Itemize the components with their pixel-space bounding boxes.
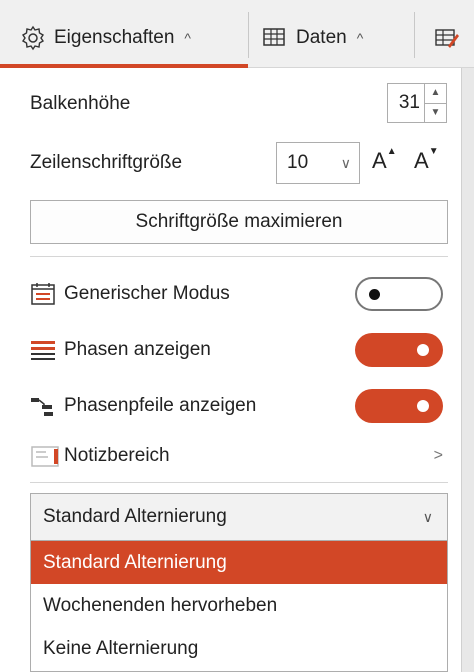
generic-mode-toggle[interactable] [355, 277, 443, 311]
tab-data[interactable]: Daten ^ [262, 8, 412, 68]
tab-separator [248, 12, 249, 58]
tab-properties[interactable]: Eigenschaften ^ [0, 8, 248, 68]
phases-icon [30, 338, 56, 362]
notes-area-label: Notizbereich [64, 445, 170, 466]
show-phase-arrows-label: Phasenpfeile anzeigen [64, 395, 257, 416]
alternation-select[interactable]: Standard Alternierung ∨ [30, 493, 448, 541]
divider [30, 482, 448, 483]
divider [30, 256, 448, 257]
decrease-font-icon[interactable]: A▼ [414, 146, 439, 174]
tab-data-label: Daten [296, 27, 347, 48]
gear-icon [20, 25, 46, 51]
alternation-option[interactable]: Keine Alternierung [31, 627, 447, 670]
chevron-down-icon: ∨ [340, 154, 351, 171]
alternation-dropdown: Standard Alternierung Wochenenden hervor… [30, 541, 448, 672]
notes-icon [30, 444, 62, 468]
table-icon [262, 26, 288, 50]
tab-bar: Eigenschaften ^ Daten ^ [0, 0, 474, 68]
chevron-right-icon: > [433, 447, 443, 464]
tab-format[interactable] [434, 8, 468, 68]
show-phase-arrows-toggle[interactable] [355, 389, 443, 423]
alternation-option[interactable]: Standard Alternierung [31, 541, 447, 584]
properties-panel: Balkenhöhe 31 ▲ ▼ Zeilenschriftgröße 10 … [0, 68, 462, 672]
row-font-size-select[interactable]: 10 ∨ [276, 142, 360, 184]
bar-height-spinner[interactable]: 31 ▲ ▼ [387, 83, 447, 123]
chevron-up-icon: ^ [184, 30, 191, 46]
row-font-size-value: 10 [287, 152, 309, 173]
notes-area-row[interactable]: Notizbereich > [30, 434, 447, 478]
show-phases-label: Phasen anzeigen [64, 339, 211, 360]
row-font-size-label: Zeilenschriftgröße [30, 152, 183, 173]
increase-font-icon[interactable]: A▲ [372, 146, 397, 174]
maximize-font-button[interactable]: Schriftgröße maximieren [30, 200, 448, 244]
alternation-selected-value: Standard Alternierung [43, 506, 227, 527]
calendar-icon [30, 282, 56, 306]
table-edit-icon [434, 26, 460, 50]
bar-height-value: 31 [398, 92, 420, 113]
maximize-font-label: Schriftgröße maximieren [135, 211, 343, 232]
bar-height-label: Balkenhöhe [30, 93, 131, 114]
chevron-up-icon: ^ [356, 30, 364, 46]
spin-down-icon[interactable]: ▼ [425, 102, 446, 123]
chevron-down-icon: ∨ [422, 508, 433, 525]
tab-properties-label: Eigenschaften [54, 27, 175, 48]
show-phases-toggle[interactable] [355, 333, 443, 367]
generic-mode-label: Generischer Modus [64, 283, 230, 304]
bar-height-row: Balkenhöhe [30, 84, 447, 124]
alternation-option[interactable]: Wochenenden hervorheben [31, 584, 447, 627]
tab-separator [414, 12, 415, 58]
phase-arrows-icon [30, 394, 56, 418]
spin-up-icon[interactable]: ▲ [425, 84, 446, 103]
